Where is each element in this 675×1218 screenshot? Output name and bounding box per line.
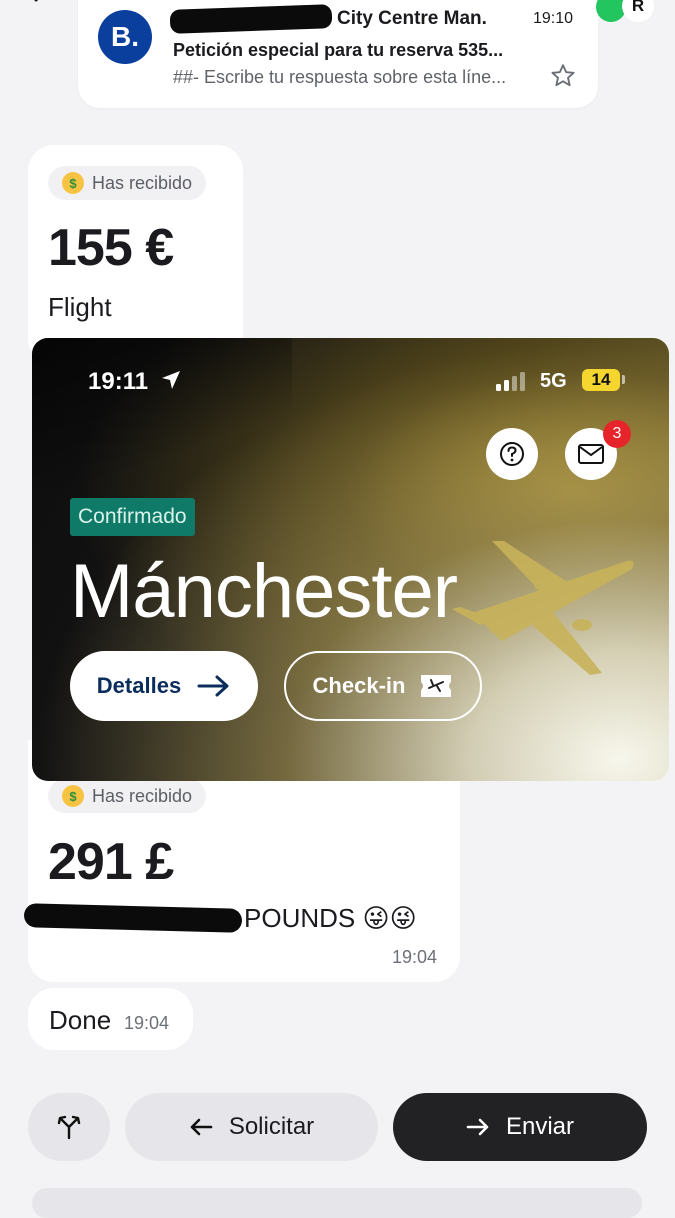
arrow-left-icon xyxy=(190,1118,213,1136)
booking-screenshot-card[interactable]: 19:11 5G 14 3 Confirmado Mánchester Deta… xyxy=(32,338,669,781)
destination-title: Mánchester xyxy=(70,549,458,634)
email-preview: ##- Escribe tu respuesta sobre esta líne… xyxy=(173,67,507,87)
battery-icon: 14 xyxy=(582,369,620,391)
status-bar-time: 19:11 xyxy=(88,368,149,395)
message-input[interactable] xyxy=(32,1188,642,1218)
message-text: Done xyxy=(49,1005,112,1035)
split-icon xyxy=(57,1115,81,1140)
message-description: POUNDS 😜😜 xyxy=(244,903,417,933)
arrow-right-icon xyxy=(197,675,229,697)
help-button[interactable] xyxy=(486,428,538,480)
message-time: 19:04 xyxy=(124,1013,170,1033)
arrow-right-icon xyxy=(466,1118,489,1136)
signal-strength-icon xyxy=(496,372,525,391)
app-icon: R xyxy=(622,0,654,22)
star-icon[interactable] xyxy=(549,62,577,90)
received-amount: 155 € xyxy=(48,219,174,277)
send-button[interactable]: Enviar xyxy=(393,1093,647,1161)
network-type: 5G xyxy=(540,370,567,392)
booking-status-chip: Confirmado xyxy=(70,498,195,536)
details-button[interactable]: Detalles xyxy=(70,651,258,721)
split-button[interactable] xyxy=(28,1093,110,1161)
location-arrow-icon xyxy=(162,371,180,389)
money-face-icon: $ xyxy=(62,785,84,807)
email-time: 19:10 xyxy=(533,10,574,27)
question-icon xyxy=(500,442,524,466)
message-time: 19:04 xyxy=(392,947,438,967)
received-amount: 291 £ xyxy=(48,833,174,891)
email-subject: Petición especial para tu reserva 535... xyxy=(173,40,504,60)
received-badge: $ Has recibido xyxy=(48,166,207,200)
mail-icon xyxy=(578,444,604,464)
request-button[interactable]: Solicitar xyxy=(125,1093,378,1161)
message-description: Flight xyxy=(48,292,112,322)
received-badge: $ Has recibido xyxy=(48,779,207,813)
checkin-button[interactable]: Check-in xyxy=(284,651,482,721)
sender-avatar: B. xyxy=(98,10,152,64)
back-chevron-icon[interactable] xyxy=(28,0,48,6)
notification-badge: 3 xyxy=(603,420,631,448)
battery-tip xyxy=(622,375,625,384)
boarding-pass-icon xyxy=(421,675,452,697)
background-shade xyxy=(32,338,292,488)
money-face-icon: $ xyxy=(62,172,84,194)
